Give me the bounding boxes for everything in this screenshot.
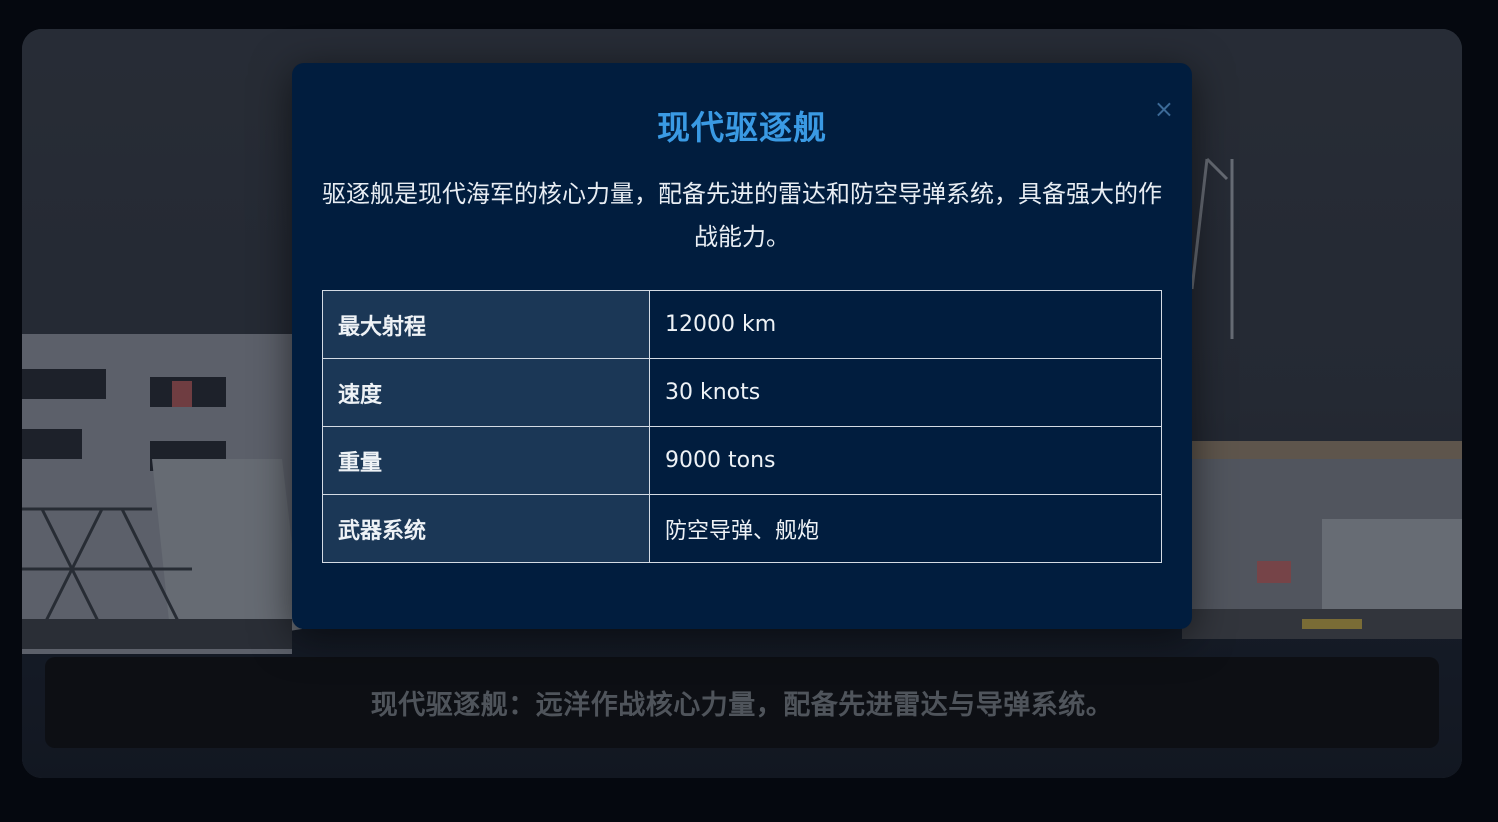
spec-label: 重量 <box>322 426 650 495</box>
table-row: 速度 30 knots <box>322 358 1162 427</box>
spec-label: 武器系统 <box>322 494 650 563</box>
table-row: 武器系统 防空导弹、舰炮 <box>322 494 1162 563</box>
spec-value: 防空导弹、舰炮 <box>649 494 1162 563</box>
spec-value: 9000 tons <box>649 426 1162 495</box>
table-row: 最大射程 12000 km <box>322 290 1162 359</box>
spec-table: 最大射程 12000 km 速度 30 knots 重量 9000 tons 武… <box>322 290 1162 563</box>
spec-value: 30 knots <box>649 358 1162 427</box>
caption-bar: 现代驱逐舰：远洋作战核心力量，配备先进雷达与导弹系统。 <box>45 657 1439 748</box>
table-row: 重量 9000 tons <box>322 426 1162 495</box>
caption-text: 现代驱逐舰：远洋作战核心力量，配备先进雷达与导弹系统。 <box>370 690 1114 721</box>
ship-info-modal: × 现代驱逐舰 驱逐舰是现代海军的核心力量，配备先进的雷达和防空导弹系统，具备强… <box>292 63 1192 629</box>
modal-title: 现代驱逐舰 <box>657 108 827 147</box>
modal-description: 驱逐舰是现代海军的核心力量，配备先进的雷达和防空导弹系统，具备强大的作战能力。 <box>322 180 1162 251</box>
spec-label: 速度 <box>322 358 650 427</box>
spec-label: 最大射程 <box>322 290 650 359</box>
spec-value: 12000 km <box>649 290 1162 359</box>
